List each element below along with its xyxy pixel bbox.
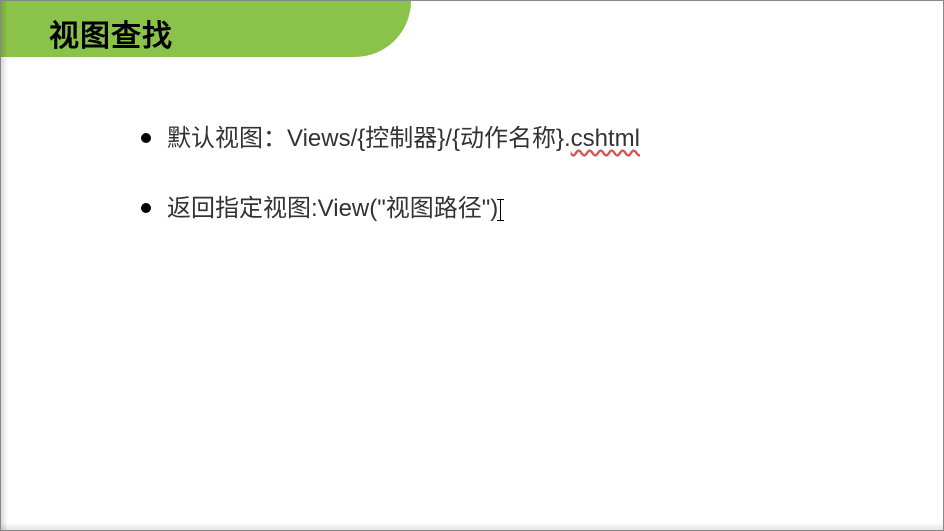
page-title: 视图查找 [49,11,173,55]
slide-container: 视图查找 默认视图：Views/{控制器}/{动作名称}.cshtml 返回指定… [0,0,944,531]
bullet-dot-icon [141,203,151,213]
content-area: 默认视图：Views/{控制器}/{动作名称}.cshtml 返回指定视图:Vi… [141,121,883,261]
bullet-text: 默认视图：Views/{控制器}/{动作名称}.cshtml [167,121,883,157]
text-cursor-icon [500,199,501,221]
bullet-dot-icon [141,133,151,143]
bullet-prefix: 默认视图： [167,125,287,152]
bullet-body-before: Views/{控制器}/{动作名称}. [287,125,571,152]
bullet-text: 返回指定视图:View("视图路径") [167,191,883,227]
bullet-item: 返回指定视图:View("视图路径") [141,191,883,227]
bullet-body-before: View("视图路径") [318,195,499,222]
bullet-item: 默认视图：Views/{控制器}/{动作名称}.cshtml [141,121,883,157]
bullet-prefix: 返回指定视图: [167,195,318,222]
spellcheck-text: cshtml [571,125,640,152]
left-shadow [1,1,8,530]
bottom-shadow [1,522,943,530]
